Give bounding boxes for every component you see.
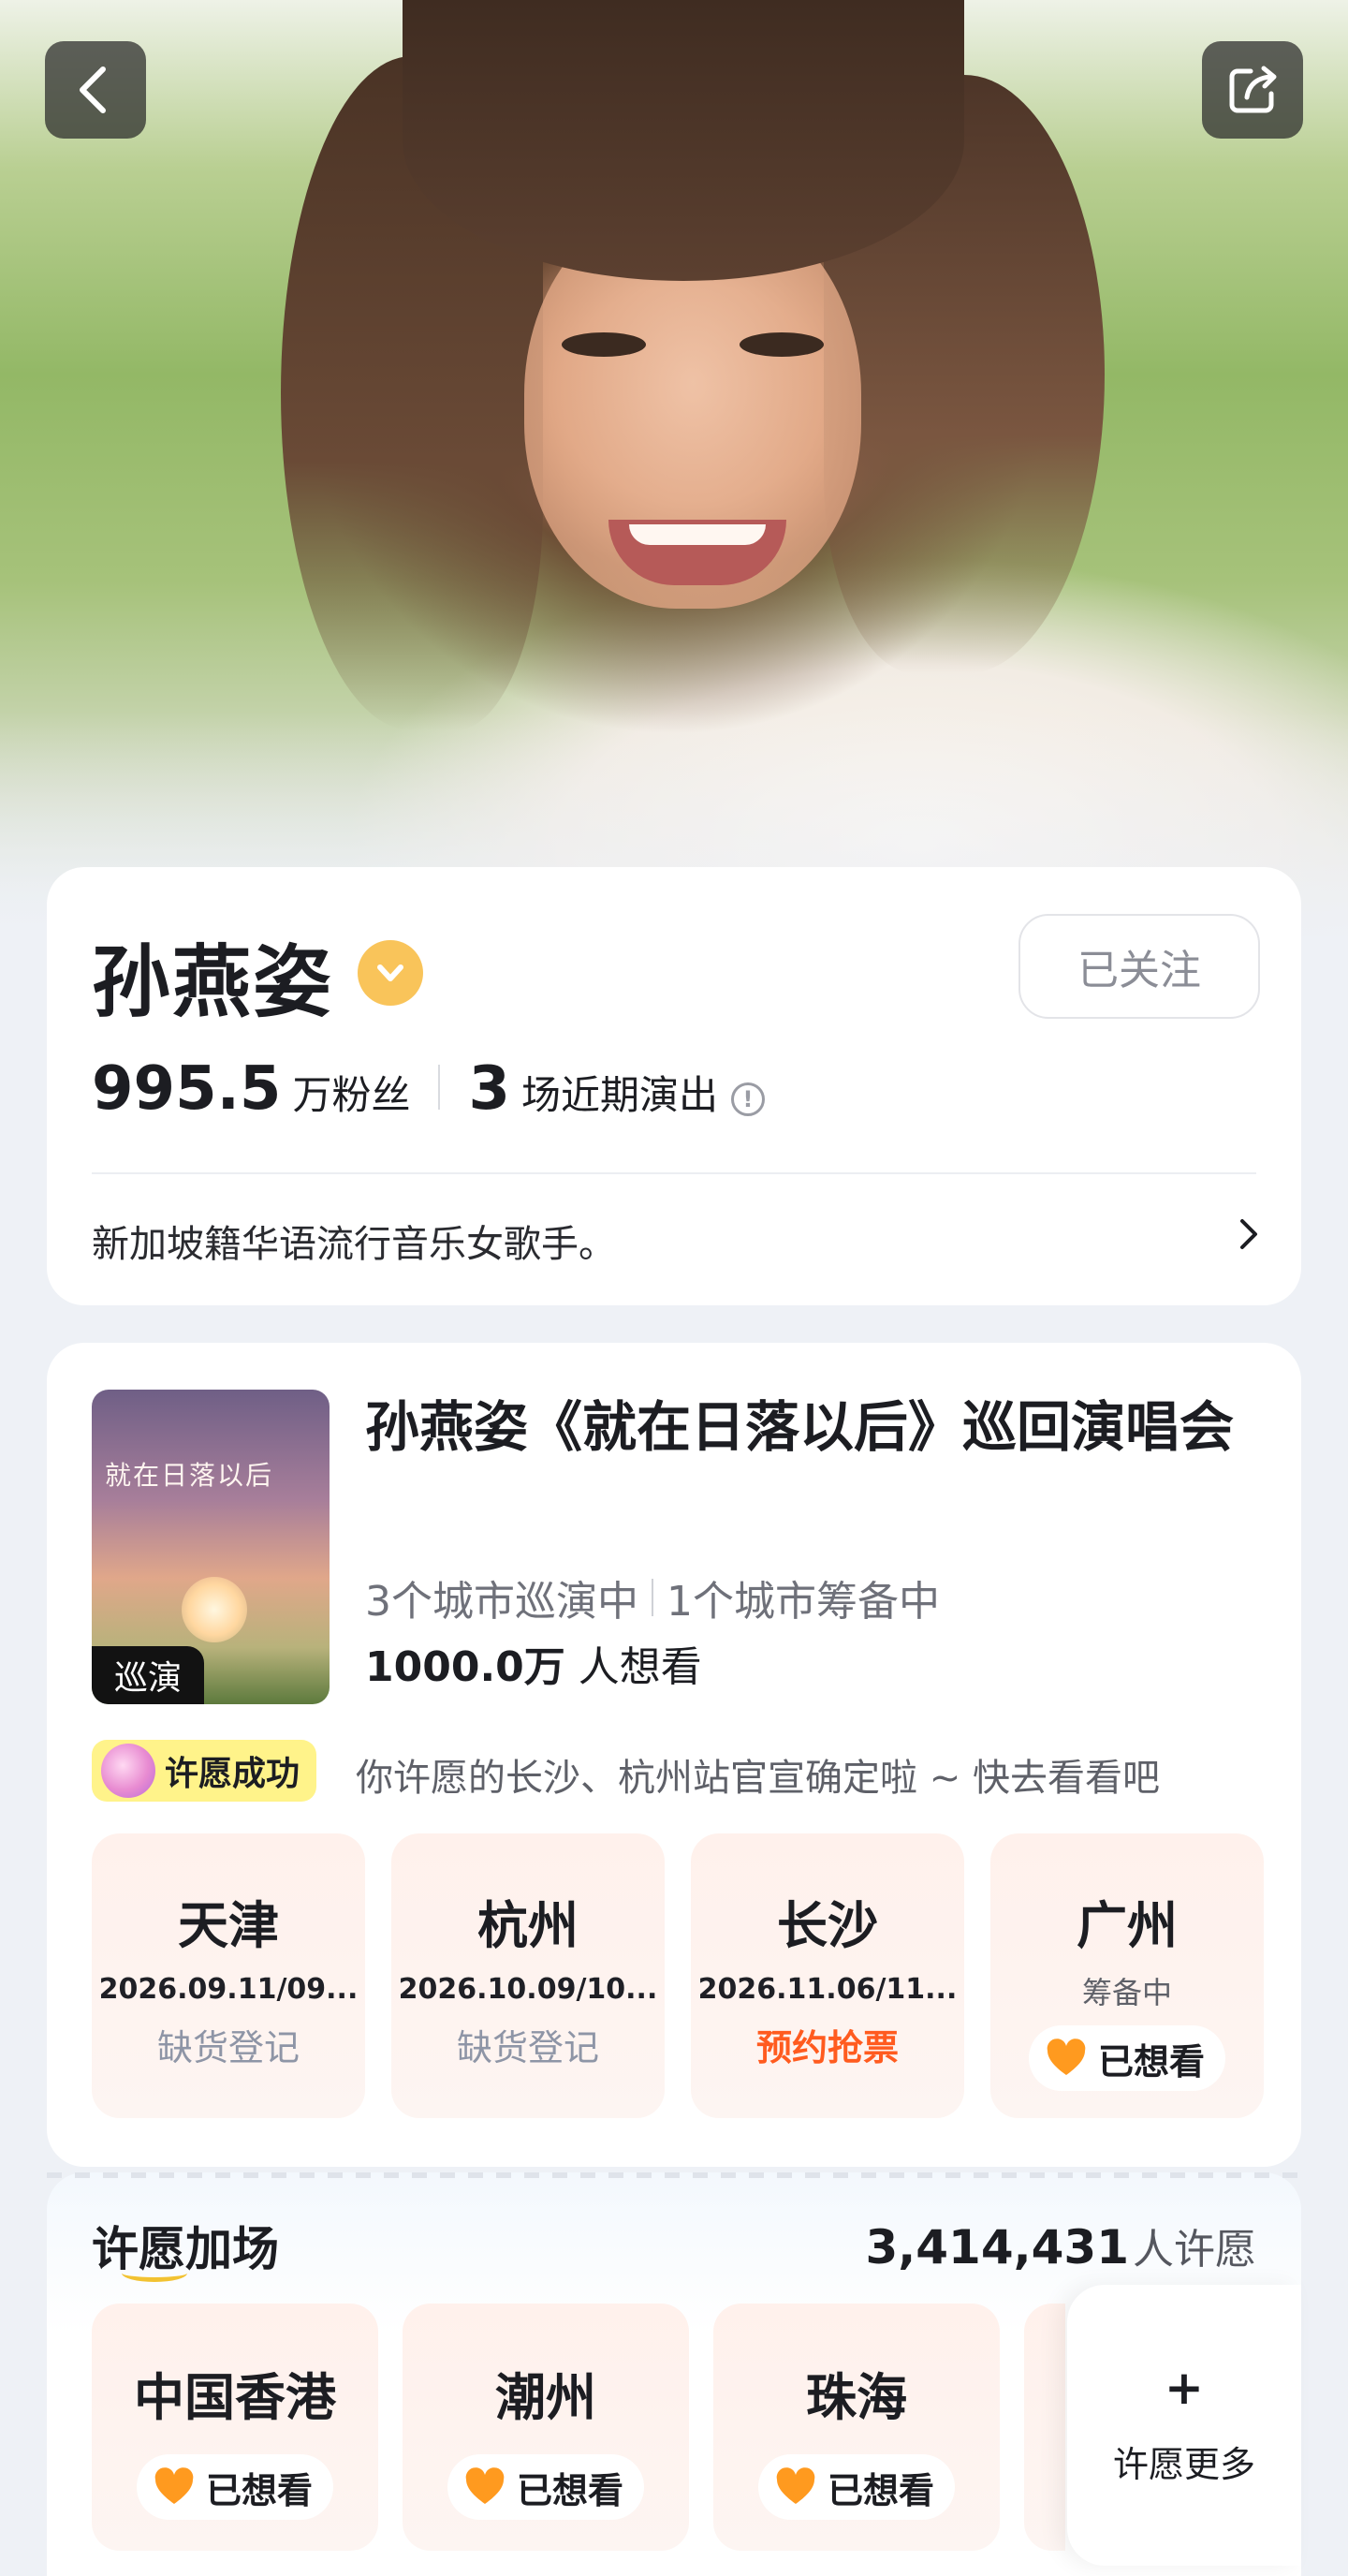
title-swoosh-decoration	[122, 2264, 187, 2282]
wish-more-label: 许愿更多	[1112, 2443, 1255, 2485]
wanted-label: 已想看	[827, 2469, 934, 2511]
share-button[interactable]	[1202, 41, 1303, 139]
reserve-ticket-button[interactable]: 预约抢票	[756, 2019, 899, 2070]
tour-tag: 巡演	[92, 1646, 204, 1704]
verified-badge-icon	[358, 940, 423, 1006]
wanted-button[interactable]: 已想看	[136, 2454, 333, 2520]
divider	[92, 1172, 1256, 1174]
want-count: 1000.0万 人想看	[365, 1633, 702, 1693]
city-name: 广州	[1077, 1896, 1178, 1955]
city-name: 天津	[178, 1896, 279, 1955]
tour-card[interactable]: 就在日落以后 巡演 孙燕姿《就在日落以后》巡回演唱会 3个城市巡演中 1个城市筹…	[47, 1343, 1301, 2167]
stockout-register-button[interactable]: 缺货登记	[157, 2019, 300, 2070]
artist-hero-photo	[0, 0, 1348, 936]
wish-count-unit: 人许愿	[1133, 2226, 1256, 2274]
back-button[interactable]	[45, 41, 146, 139]
wish-city-list: 中国香港 已想看 潮州 已想看 珠海 已想看	[92, 2304, 1065, 2551]
info-icon[interactable]: !	[731, 1082, 765, 1116]
city-card-hangzhou[interactable]: 杭州 2026.10.09/10... 缺货登记	[391, 1833, 665, 2118]
plus-icon: +	[1165, 2360, 1204, 2415]
hero-fringe	[403, 0, 964, 281]
tour-poster[interactable]: 就在日落以后 巡演	[92, 1390, 330, 1704]
wish-city-card-chaozhou[interactable]: 潮州 已想看	[403, 2304, 689, 2551]
hero-teeth	[629, 524, 766, 545]
fans-unit: 万粉丝	[292, 1072, 411, 1118]
city-date: 2026.09.11/09...	[98, 1973, 359, 2006]
artist-name: 孙燕姿	[92, 936, 334, 1028]
wanted-button[interactable]: 已想看	[1028, 2025, 1225, 2091]
wish-more-button[interactable]: + 许愿更多	[1067, 2285, 1301, 2566]
wish-star-icon	[101, 1744, 155, 1798]
heart-icon	[1047, 2039, 1086, 2075]
share-icon	[1229, 66, 1277, 113]
follow-button[interactable]: 已关注	[1018, 914, 1260, 1019]
poster-sun	[182, 1577, 247, 1642]
wish-message[interactable]: 你许愿的长沙、杭州站官宣确定啦 ~ 快去看看吧	[356, 1747, 1160, 1802]
city-date: 2026.10.09/10...	[398, 1973, 658, 2006]
wish-city-card-hongkong[interactable]: 中国香港 已想看	[92, 2304, 378, 2551]
tour-status: 3个城市巡演中 1个城市筹备中	[365, 1568, 940, 1627]
wish-count: 3,414,431 人许愿	[865, 2215, 1256, 2275]
hero-eye	[562, 332, 646, 357]
dashed-divider	[47, 2172, 1301, 2178]
city-status: 筹备中	[1081, 1975, 1172, 2010]
heart-icon	[465, 2467, 505, 2504]
wanted-button[interactable]: 已想看	[447, 2454, 644, 2520]
city-date: 2026.11.06/11...	[697, 1973, 958, 2006]
wish-badge-label: 许愿成功	[165, 1755, 300, 1793]
city-name: 珠海	[806, 2368, 907, 2427]
want-value: 1000.0万	[365, 1643, 565, 1691]
stockout-register-button[interactable]: 缺货登记	[457, 2019, 599, 2070]
wanted-button[interactable]: 已想看	[757, 2454, 955, 2520]
wanted-label: 已想看	[205, 2469, 313, 2511]
hero-eye	[740, 332, 824, 357]
wish-more-shows-card: 许愿加场 3,414,431 人许愿 中国香港 已想看 潮州 已想看 珠海 已想…	[47, 2172, 1301, 2576]
shows-unit: 场近期演出	[520, 1072, 718, 1118]
wish-count-value: 3,414,431	[865, 2220, 1129, 2274]
stats-divider	[438, 1065, 441, 1110]
wanted-label: 已想看	[1097, 2040, 1205, 2083]
city-name: 潮州	[495, 2368, 596, 2427]
city-name: 中国香港	[134, 2368, 336, 2427]
city-card-tianjin[interactable]: 天津 2026.09.11/09... 缺货登记	[92, 1833, 365, 2118]
wish-success-badge: 许愿成功	[92, 1740, 317, 1802]
tour-city-list: 天津 2026.09.11/09... 缺货登记 杭州 2026.10.09/1…	[92, 1833, 1264, 2118]
wish-city-card-zhuhai[interactable]: 珠海 已想看	[713, 2304, 1000, 2551]
want-unit: 人想看	[578, 1643, 702, 1691]
city-name: 长沙	[777, 1896, 878, 1955]
tour-title[interactable]: 孙燕姿《就在日落以后》巡回演唱会	[365, 1391, 1264, 1463]
chevron-right-icon[interactable]	[1232, 1215, 1264, 1253]
city-card-guangzhou[interactable]: 广州 筹备中 已想看	[990, 1833, 1264, 2118]
city-name: 杭州	[477, 1896, 579, 1955]
wish-city-card-partial[interactable]	[1024, 2304, 1065, 2551]
chevron-left-icon	[80, 66, 106, 113]
wish-more-title: 许愿加场	[92, 2222, 279, 2276]
city-card-changsha[interactable]: 长沙 2026.11.06/11... 预约抢票	[691, 1833, 964, 2118]
heart-icon	[154, 2467, 194, 2504]
status-divider	[652, 1579, 653, 1616]
touring-count: 3个城市巡演中	[365, 1578, 638, 1626]
shows-count: 3	[468, 1054, 510, 1124]
artist-bio[interactable]: 新加坡籍华语流行音乐女歌手。	[92, 1214, 616, 1268]
poster-title: 就在日落以后	[105, 1460, 274, 1491]
wanted-label: 已想看	[516, 2469, 623, 2511]
artist-profile-card: 孙燕姿 已关注 995.5 万粉丝 3 场近期演出 ! 新加坡籍华语流行音乐女歌…	[47, 867, 1301, 1305]
fans-count: 995.5	[92, 1054, 282, 1124]
artist-stats: 995.5 万粉丝 3 场近期演出 !	[92, 1054, 765, 1124]
preparing-count: 1个城市筹备中	[667, 1578, 940, 1626]
heart-icon	[776, 2467, 815, 2504]
